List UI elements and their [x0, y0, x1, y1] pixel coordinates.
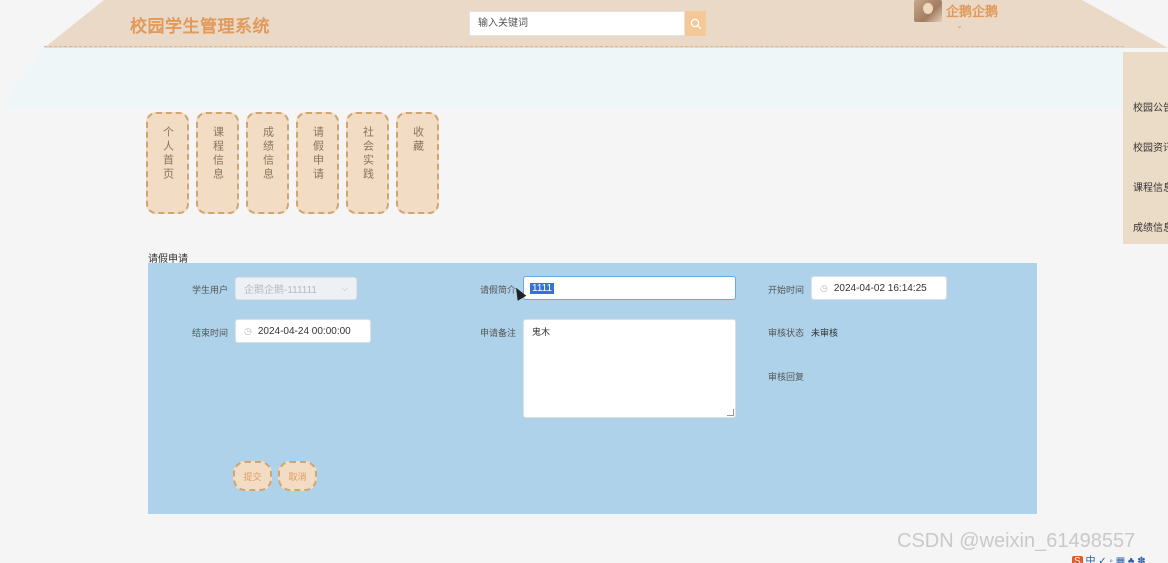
sogou-icon: S	[1072, 556, 1083, 563]
remark-textarea[interactable]: 鬼木	[523, 319, 736, 418]
search-bar	[469, 11, 706, 36]
chevron-down-icon: ⌵	[341, 284, 348, 293]
leave-intro-label: 请假简介	[479, 285, 516, 295]
start-time-picker[interactable]: ◷ 2024-04-02 16:14:25	[811, 276, 947, 300]
tab-courses[interactable]: 课程信息	[196, 112, 239, 214]
search-icon	[690, 18, 701, 29]
student-user-label: 学生用户	[191, 285, 228, 295]
tab-label: 收藏	[411, 126, 424, 154]
tab-social-practice[interactable]: 社会实践	[346, 112, 389, 214]
clock-icon: ◷	[820, 282, 828, 293]
tab-home[interactable]: 个人首页	[146, 112, 189, 214]
avatar[interactable]	[914, 0, 942, 22]
cancel-button[interactable]: 取消	[278, 461, 317, 491]
start-time-value: 2024-04-02 16:14:25	[833, 282, 927, 294]
tab-label: 个人首页	[161, 126, 174, 182]
search-button[interactable]	[685, 11, 706, 36]
side-menu-item-grades[interactable]: 成绩信息	[1133, 219, 1168, 234]
tab-grades[interactable]: 成绩信息	[246, 112, 289, 214]
site-logo-title[interactable]: 校园学生管理系统	[130, 12, 270, 37]
top-header: 校园学生管理系统 企鹅企鹅 ⌄	[0, 0, 1168, 48]
tab-label: 社会实践	[361, 126, 374, 182]
remark-label: 申请备注	[479, 328, 516, 338]
review-reply-label: 审核回复	[767, 372, 804, 382]
banner-strip	[0, 48, 1168, 108]
side-menu-item-courses[interactable]: 课程信息	[1133, 179, 1168, 194]
tab-label: 成绩信息	[261, 126, 274, 182]
tab-label: 请假申请	[311, 126, 324, 182]
search-input[interactable]	[469, 11, 685, 36]
remark-value: 鬼木	[532, 327, 551, 337]
review-status-label: 审核状态	[767, 328, 804, 338]
review-status-value: 未审核	[811, 328, 839, 338]
leave-intro-input[interactable]: 1111	[523, 276, 736, 300]
header-divider	[44, 46, 1124, 47]
chevron-down-icon[interactable]: ⌄	[956, 21, 963, 30]
resize-handle-icon[interactable]	[727, 409, 734, 416]
end-time-value: 2024-04-24 00:00:00	[257, 325, 351, 337]
watermark: CSDN @weixin_61498557	[897, 530, 1136, 552]
end-time-label: 结束时间	[191, 328, 228, 338]
student-user-select: 企鹅企鹅-111111 ⌵	[235, 277, 357, 300]
student-user-value: 企鹅企鹅-111111	[244, 285, 317, 296]
submit-button[interactable]: 提交	[233, 461, 272, 491]
tab-favorites[interactable]: 收藏	[396, 112, 439, 214]
side-menu-item-announcements[interactable]: 校园公告	[1133, 99, 1168, 114]
username[interactable]: 企鹅企鹅	[946, 1, 998, 20]
tab-label: 课程信息	[211, 126, 224, 182]
tab-leave-application[interactable]: 请假申请	[296, 112, 339, 214]
side-menu: 校园公告 校园资讯 课程信息 成绩信息	[1123, 52, 1168, 244]
side-menu-item-news[interactable]: 校园资讯	[1133, 139, 1168, 154]
clock-icon: ◷	[244, 325, 252, 336]
start-time-label: 开始时间	[767, 285, 804, 295]
ime-toolbar[interactable]: S 中 ✓ ◦ ▦ ♣ ✽	[1072, 552, 1146, 563]
leave-form: 学生用户 企鹅企鹅-111111 ⌵ 请假简介 1111 开始时间 ◷ 2024…	[148, 263, 1037, 514]
end-time-picker[interactable]: ◷ 2024-04-24 00:00:00	[235, 319, 371, 343]
leave-intro-value: 1111	[530, 282, 555, 294]
